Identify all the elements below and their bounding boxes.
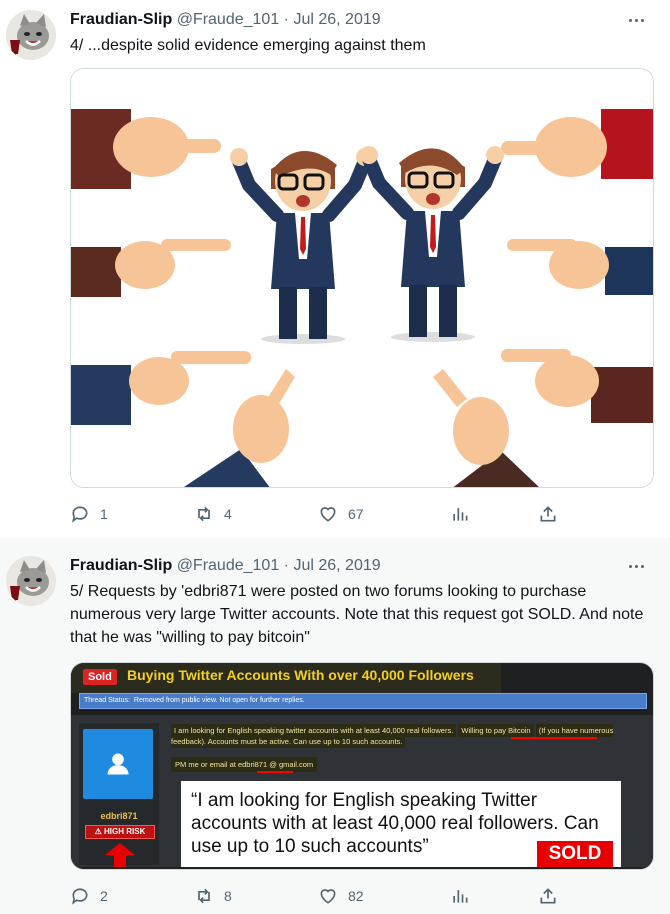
forum-thread-title: Buying Twitter Accounts With over 40,000… [127,667,474,683]
sold-tag: Sold [83,669,117,685]
thread-status-label: Thread Status: [84,697,130,704]
tweet-5[interactable]: Fraudian-Slip @Fraude_101 · Jul 26, 2019… [0,538,670,914]
post-highlight: Willing to pay Bitcoin [458,724,534,737]
retweet-count: 4 [224,506,232,522]
retweet-icon [198,506,210,522]
display-name[interactable]: Fraudian-Slip [70,557,172,574]
share-button[interactable] [538,504,558,524]
heart-icon [320,889,336,904]
tweet-header: Fraudian-Slip @Fraude_101 · Jul 26, 2019 [70,556,381,576]
sold-stamp: SOLD [537,841,613,867]
like-button[interactable]: 67 [318,504,364,524]
like-count: 82 [348,888,364,904]
share-button[interactable] [538,886,558,906]
retweet-button[interactable]: 4 [194,504,232,524]
timestamp[interactable]: Jul 26, 2019 [293,11,380,28]
reply-button[interactable]: 2 [70,886,108,906]
display-name[interactable]: Fraudian-Slip [70,11,172,28]
analytics-icon [453,890,468,903]
share-icon [540,506,556,522]
tweet-image[interactable]: Sold Buying Twitter Accounts With over 4… [70,662,654,870]
reply-count: 1 [100,506,108,522]
pointing-hands-illustration [71,69,653,487]
thread-status-text: Removed from public view. Not open for f… [133,697,305,704]
reply-icon [72,506,88,523]
retweet-count: 8 [224,888,232,904]
tweet-4[interactable]: Fraudian-Slip @Fraude_101 · Jul 26, 2019… [0,0,670,538]
handle[interactable]: @Fraude_101 [177,11,280,28]
separator: · [283,557,289,574]
reply-icon [72,888,88,905]
analytics-icon [453,508,468,521]
retweet-icon [198,888,210,904]
separator: · [283,11,289,28]
tweet-text: 5/ Requests by 'edbri871 were posted on … [70,583,644,646]
retweet-button[interactable]: 8 [194,886,232,906]
forum-email-line: PM me or email at edbri871 @ gmail.com [171,757,318,772]
heart-icon [320,507,336,522]
red-arrow-icon [105,843,135,867]
underline-email [257,771,293,773]
handle[interactable]: @Fraude_101 [177,557,280,574]
share-icon [540,888,556,904]
forum-post: edbri871 ⚠ HIGH RISK I am looking for En… [71,715,653,867]
underline-bitcoin [511,737,597,739]
avatar[interactable] [6,556,56,606]
high-risk-badge: ⚠ HIGH RISK [85,825,155,839]
tweet-actions: 2 8 82 [70,886,590,910]
thread-status-bar: Thread Status: Removed from public view. … [79,693,647,709]
forum-username: edbri871 [100,811,138,821]
reply-button[interactable]: 1 [70,504,108,524]
timestamp[interactable]: Jul 26, 2019 [293,557,380,574]
user-placeholder-icon [83,729,153,799]
email-suffix: @ gmail.com [269,760,314,769]
tweet-actions: 1 4 67 [70,504,590,528]
email-prefix: PM me or email at [175,760,236,769]
more-icon[interactable] [626,10,646,30]
tweet-text: 4/ ...despite solid evidence emerging ag… [70,37,426,54]
tweet-header: Fraudian-Slip @Fraude_101 · Jul 26, 2019 [70,10,381,30]
tweet-image[interactable] [70,68,654,488]
like-button[interactable]: 82 [318,886,364,906]
analytics-button[interactable] [450,886,470,906]
more-icon[interactable] [626,556,646,576]
analytics-button[interactable] [450,504,470,524]
email-user: edbri871 [237,760,268,769]
quote-box: “I am looking for English speaking Twitt… [181,781,621,867]
high-risk-label: HIGH RISK [104,827,146,836]
avatar[interactable] [6,10,56,60]
forum-title-bar: Sold Buying Twitter Accounts With over 4… [71,663,501,693]
reply-count: 2 [100,888,108,904]
forum-post-text: I am looking for English speaking twitte… [171,724,647,748]
forum-user-card: edbri871 ⚠ HIGH RISK [79,723,159,867]
like-count: 67 [348,506,364,522]
